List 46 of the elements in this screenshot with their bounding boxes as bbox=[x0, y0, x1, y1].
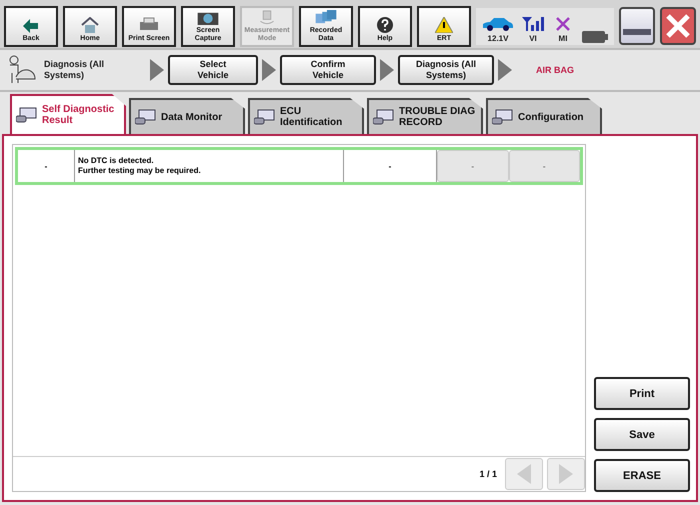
right-triangle-icon bbox=[559, 464, 573, 484]
minimize-icon bbox=[623, 29, 651, 35]
minimize-button[interactable] bbox=[619, 7, 655, 45]
arrow-icon bbox=[380, 59, 394, 81]
tab[interactable]: ECU Identification bbox=[248, 98, 364, 134]
tab[interactable]: TROUBLE DIAG RECORD bbox=[367, 98, 483, 134]
breadcrumb-button[interactable]: Diagnosis (All Systems) bbox=[398, 55, 494, 85]
page-counter: 1 / 1 bbox=[479, 469, 497, 479]
action-button[interactable]: Save bbox=[594, 418, 690, 451]
car-icon bbox=[482, 16, 514, 30]
status-label: MI bbox=[558, 34, 568, 42]
monitor-icon bbox=[492, 109, 514, 125]
action-button[interactable]: ERASE bbox=[594, 459, 690, 492]
tab[interactable]: Self Diagnostic Result bbox=[10, 94, 126, 134]
action-button[interactable]: Print bbox=[594, 377, 690, 410]
status-label: 12.1V bbox=[488, 34, 508, 42]
table-cell: No DTC is detected. Further testing may be required. bbox=[75, 150, 344, 182]
close-icon bbox=[665, 13, 691, 39]
table-cell-button[interactable]: - bbox=[508, 150, 580, 182]
monitor-icon bbox=[373, 109, 395, 125]
arrow-icon bbox=[262, 59, 276, 81]
left-triangle-icon bbox=[517, 464, 531, 484]
table-cell: - bbox=[18, 150, 75, 182]
folders-icon bbox=[314, 10, 338, 24]
help-icon bbox=[377, 16, 393, 32]
house-icon bbox=[81, 16, 99, 32]
cross-icon bbox=[556, 16, 570, 30]
monitor-icon bbox=[254, 109, 276, 125]
printer-icon bbox=[138, 16, 160, 32]
current-system-label: AIR BAG bbox=[536, 65, 574, 75]
monitor-icon bbox=[135, 109, 157, 125]
signal-icon bbox=[522, 16, 544, 30]
warning-icon bbox=[435, 16, 453, 32]
monitor-icon bbox=[16, 107, 38, 123]
back-arrow-icon bbox=[23, 18, 39, 32]
tab[interactable]: Data Monitor bbox=[129, 98, 245, 134]
status-label: VI bbox=[529, 34, 537, 42]
arrow-icon bbox=[498, 59, 512, 81]
arrow-icon bbox=[150, 59, 164, 81]
breadcrumb-button[interactable]: Select Vehicle bbox=[168, 55, 258, 85]
tab[interactable]: Configuration bbox=[486, 98, 602, 134]
breadcrumb-label: Diagnosis (All Systems) bbox=[44, 59, 106, 81]
breadcrumb-button[interactable]: Confirm Vehicle bbox=[280, 55, 376, 85]
table-cell-button[interactable]: - bbox=[437, 150, 508, 182]
battery-icon bbox=[582, 30, 608, 42]
close-button[interactable] bbox=[660, 7, 696, 45]
